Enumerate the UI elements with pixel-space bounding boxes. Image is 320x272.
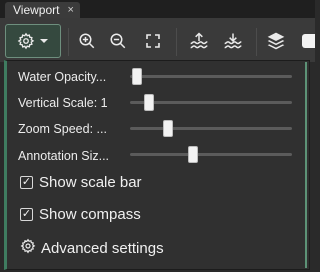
lower-water-icon (223, 31, 243, 51)
slider-label-zoom-speed: Zoom Speed: ... (18, 122, 107, 136)
annotation-size-slider[interactable] (130, 147, 292, 162)
tab-viewport[interactable]: Viewport × (5, 2, 80, 18)
layers-button[interactable] (264, 24, 288, 58)
fit-to-view-icon (145, 33, 161, 49)
toolbar-separator (256, 28, 257, 56)
fit-to-view-button[interactable] (141, 24, 165, 58)
toolbar-separator (68, 28, 69, 56)
overflow-toolbar-button[interactable] (302, 34, 315, 48)
slider-label-annotation-size: Annotation Siz... (18, 149, 110, 163)
show-compass-checkbox-row[interactable]: ✓ Show compass (20, 206, 141, 223)
advanced-settings-link[interactable]: Advanced settings (20, 238, 164, 258)
settings-dropdown-button[interactable] (5, 24, 61, 58)
slider-thumb[interactable] (145, 95, 154, 110)
slider-label-vertical-scale: Vertical Scale: 1 (18, 96, 108, 110)
panel-border (305, 62, 307, 268)
show-scale-bar-checkbox-row[interactable]: ✓ Show scale bar (20, 174, 142, 191)
slider-thumb[interactable] (133, 69, 142, 84)
toolbar-separator (176, 28, 177, 56)
checkbox-label: Show scale bar (39, 174, 142, 191)
gear-icon (20, 238, 36, 258)
slider-label-water-opacity: Water Opacity... (18, 70, 107, 84)
gear-icon (17, 32, 35, 50)
layers-icon (266, 31, 286, 51)
water-opacity-slider[interactable] (130, 69, 292, 84)
tab-label: Viewport (13, 3, 60, 17)
close-icon[interactable]: × (67, 2, 73, 18)
raise-water-button[interactable] (187, 24, 211, 58)
zoom-out-button[interactable] (106, 24, 130, 58)
slider-thumb[interactable] (163, 121, 172, 136)
lower-water-button[interactable] (221, 24, 245, 58)
vertical-scale-slider[interactable] (130, 95, 292, 110)
checkbox-label: Show compass (39, 206, 141, 223)
tab-bar: Viewport × (0, 0, 315, 18)
zoom-out-icon (109, 32, 127, 50)
slider-thumb[interactable] (188, 147, 197, 162)
zoom-in-icon (78, 32, 96, 50)
checkbox[interactable]: ✓ (20, 176, 33, 189)
checkbox[interactable]: ✓ (20, 208, 33, 221)
zoom-in-button[interactable] (75, 24, 99, 58)
chevron-down-icon (39, 36, 49, 46)
advanced-settings-label: Advanced settings (41, 239, 164, 257)
zoom-speed-slider[interactable] (130, 121, 292, 136)
raise-water-icon (189, 31, 209, 51)
